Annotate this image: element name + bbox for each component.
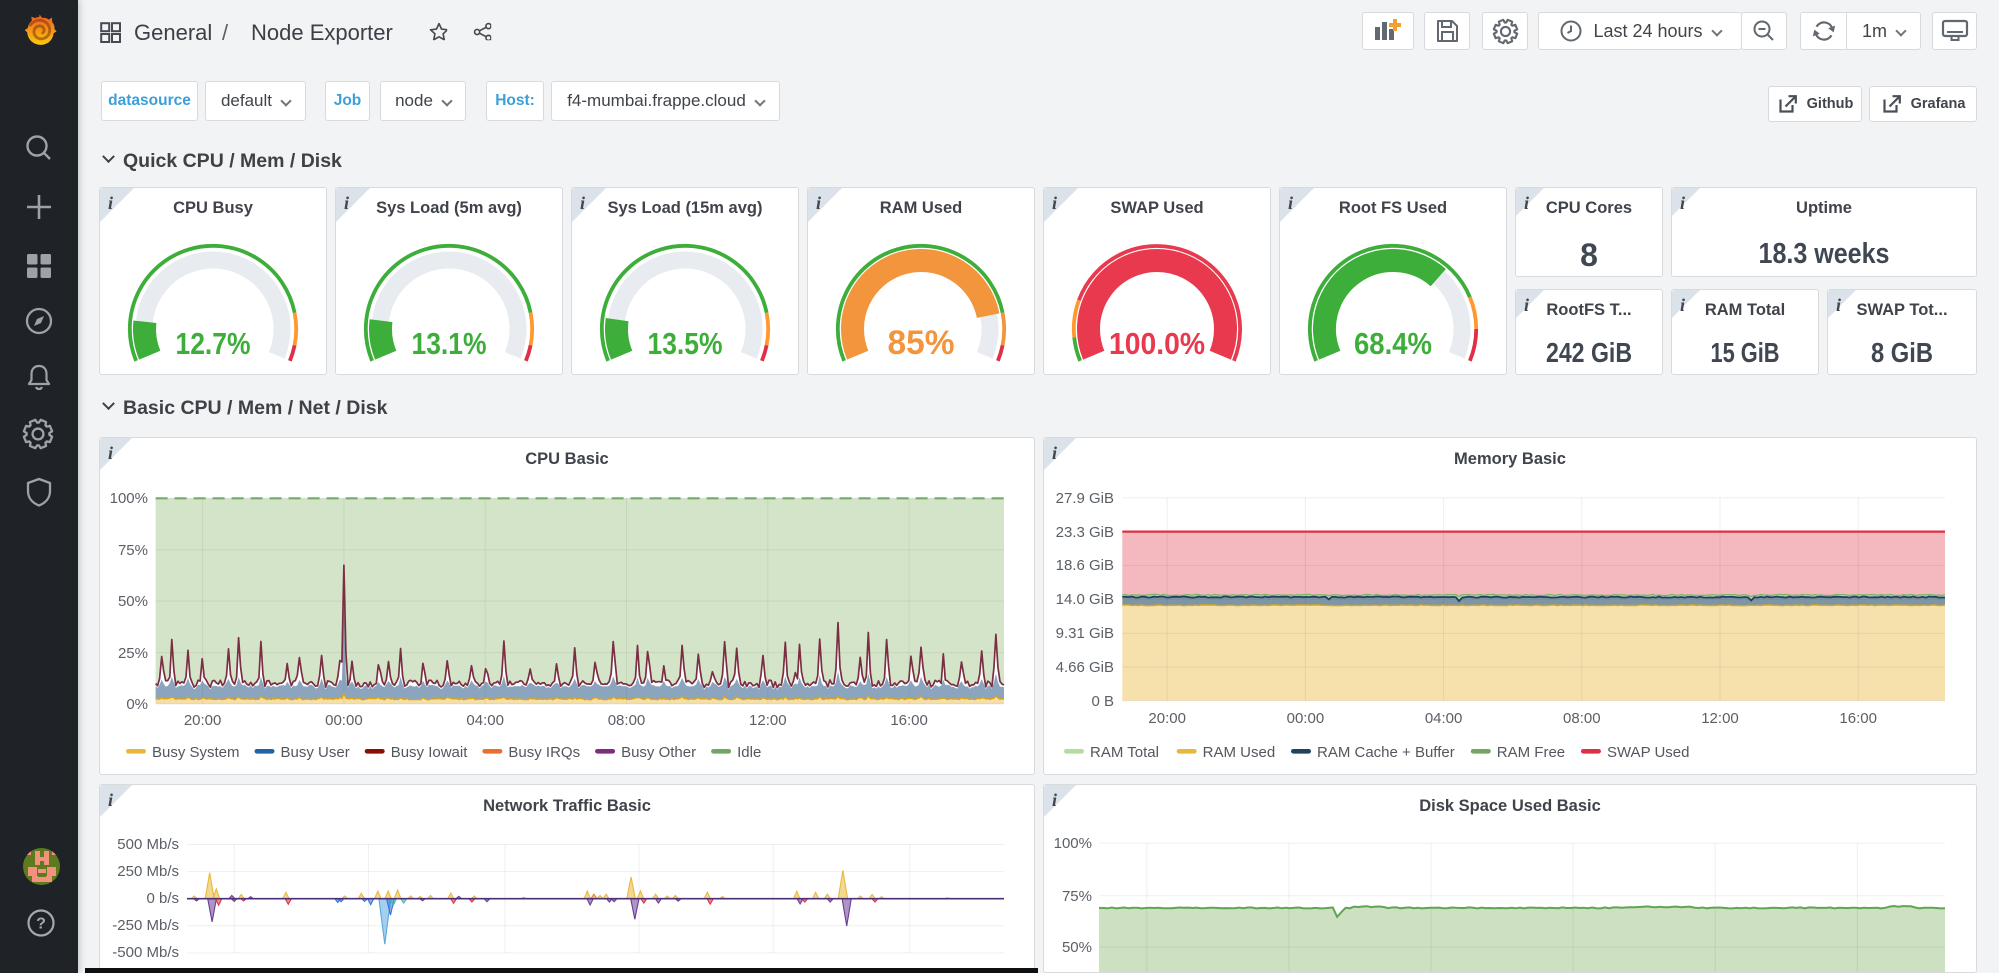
svg-text:Busy System: Busy System (152, 744, 240, 761)
svg-text:Busy User: Busy User (281, 744, 350, 761)
svg-text:RAM Total: RAM Total (1090, 744, 1159, 761)
svg-text:9.31 GiB: 9.31 GiB (1056, 625, 1114, 642)
svg-text:Idle: Idle (737, 744, 761, 761)
svg-text:20:00: 20:00 (184, 712, 222, 729)
svg-text:0 B: 0 B (1091, 693, 1114, 710)
svg-text:20:00: 20:00 (1148, 710, 1186, 727)
svg-text:16:00: 16:00 (1839, 710, 1877, 727)
svg-text:00:00: 00:00 (1287, 710, 1325, 727)
svg-text:RAM Used: RAM Used (1203, 744, 1276, 761)
svg-text:00:00: 00:00 (325, 712, 363, 729)
svg-text:75%: 75% (118, 542, 148, 559)
svg-text:12:00: 12:00 (749, 712, 787, 729)
svg-text:500 Mb/s: 500 Mb/s (117, 836, 179, 853)
svg-text:?: ? (36, 916, 46, 933)
svg-text:Busy Iowait: Busy Iowait (391, 744, 469, 761)
svg-text:23.3 GiB: 23.3 GiB (1056, 524, 1114, 541)
svg-text:50%: 50% (1062, 939, 1092, 956)
svg-text:Busy IRQs: Busy IRQs (508, 744, 580, 761)
svg-text:08:00: 08:00 (1563, 710, 1601, 727)
svg-text:RAM Cache + Buffer: RAM Cache + Buffer (1317, 744, 1455, 761)
svg-text:8: 8 (1580, 237, 1598, 273)
svg-text:50%: 50% (118, 593, 148, 610)
svg-text:8 GiB: 8 GiB (1871, 337, 1933, 368)
svg-text:242 GiB: 242 GiB (1546, 337, 1632, 368)
svg-text:SWAP Used: SWAP Used (1607, 744, 1690, 761)
svg-text:85%: 85% (888, 324, 955, 362)
svg-text:4.66 GiB: 4.66 GiB (1056, 659, 1114, 676)
svg-text:16:00: 16:00 (890, 712, 928, 729)
svg-text:13.1%: 13.1% (412, 326, 487, 361)
svg-text:12:00: 12:00 (1701, 710, 1739, 727)
svg-text:75%: 75% (1062, 888, 1092, 905)
svg-text:15 GiB: 15 GiB (1711, 337, 1780, 368)
svg-text:14.0 GiB: 14.0 GiB (1056, 591, 1114, 608)
svg-text:100.0%: 100.0% (1109, 326, 1205, 361)
svg-text:27.9 GiB: 27.9 GiB (1056, 490, 1114, 507)
svg-text:08:00: 08:00 (608, 712, 646, 729)
svg-text:13.5%: 13.5% (648, 326, 723, 361)
svg-text:04:00: 04:00 (1425, 710, 1463, 727)
svg-text:0%: 0% (126, 696, 148, 713)
svg-text:RAM Free: RAM Free (1497, 744, 1565, 761)
svg-text:100%: 100% (110, 490, 148, 507)
svg-text:25%: 25% (118, 645, 148, 662)
svg-text:Busy Other: Busy Other (621, 744, 696, 761)
svg-text:250 Mb/s: 250 Mb/s (117, 863, 179, 880)
svg-text:68.4%: 68.4% (1354, 326, 1432, 361)
svg-text:12.7%: 12.7% (176, 326, 251, 361)
svg-text:100%: 100% (1054, 835, 1092, 852)
svg-text:-250 Mb/s: -250 Mb/s (112, 917, 179, 934)
svg-text:18.3 weeks: 18.3 weeks (1759, 238, 1890, 270)
svg-text:18.6 GiB: 18.6 GiB (1056, 557, 1114, 574)
svg-text:0 b/s: 0 b/s (146, 890, 179, 907)
svg-text:-500 Mb/s: -500 Mb/s (112, 944, 179, 961)
svg-text:04:00: 04:00 (466, 712, 504, 729)
